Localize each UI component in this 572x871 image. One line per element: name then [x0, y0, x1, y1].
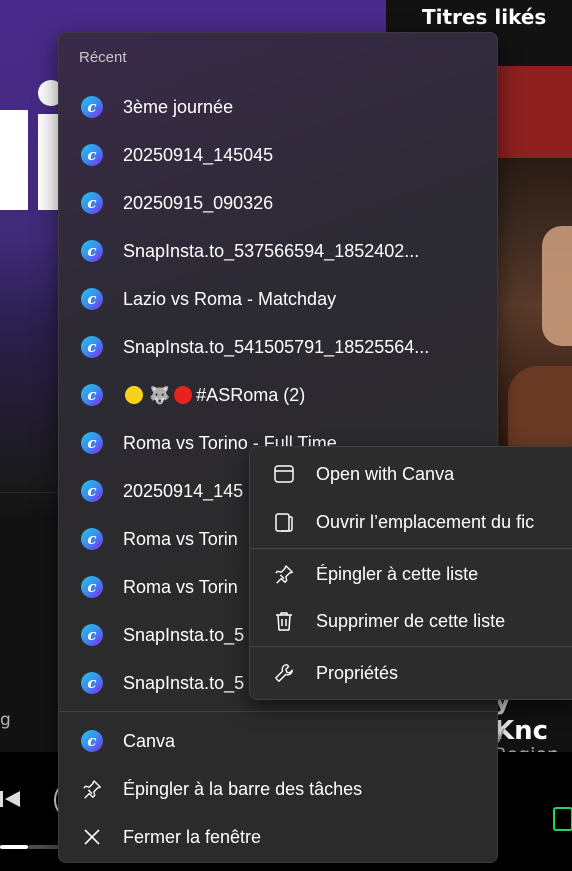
canva-file-icon: c	[81, 192, 103, 214]
pin-icon	[272, 562, 296, 586]
pin-to-taskbar-item[interactable]: Épingler à la barre des tâches	[59, 765, 497, 813]
wrench-icon	[272, 661, 296, 685]
canva-file-icon: c	[81, 384, 103, 406]
canva-file-icon: c	[81, 672, 103, 694]
menu-divider	[250, 646, 572, 647]
context-menu: Open with Canva Ouvrir l’emplacement du …	[249, 446, 572, 700]
canva-file-icon: c	[81, 144, 103, 166]
divider	[59, 711, 497, 712]
open-canva-item[interactable]: c Canva	[59, 717, 497, 765]
canva-file-icon: c	[81, 336, 103, 358]
pin-to-list-menu-item[interactable]: Épingler à cette liste	[250, 551, 572, 597]
open-with-canva-menu-item[interactable]: Open with Canva	[250, 451, 572, 497]
pin-icon	[81, 778, 103, 800]
previous-track-icon[interactable]	[0, 788, 22, 810]
menu-divider	[250, 548, 572, 549]
window-icon	[272, 462, 296, 486]
canva-file-icon: c	[81, 432, 103, 454]
canva-app-icon: c	[81, 730, 103, 752]
canva-file-icon: c	[81, 288, 103, 310]
wolf-icon: 🐺	[149, 385, 171, 405]
list-item-label: #ASRoma (2)	[196, 384, 306, 405]
close-window-item[interactable]: Fermer la fenêtre	[59, 813, 497, 861]
canva-file-icon: c	[81, 576, 103, 598]
list-item[interactable]: c 🐺 #ASRoma (2)	[59, 371, 497, 419]
canva-file-icon: c	[81, 96, 103, 118]
canva-file-icon: c	[81, 624, 103, 646]
canva-file-icon: c	[81, 480, 103, 502]
properties-menu-item[interactable]: Propriétés	[250, 650, 572, 696]
progress-bar-fill[interactable]	[0, 845, 28, 849]
open-file-location-menu-item[interactable]: Ouvrir l’emplacement du fic	[250, 499, 572, 545]
list-item[interactable]: c 20250915_090326	[59, 179, 497, 227]
list-item[interactable]: c 3ème journée	[59, 83, 497, 131]
remove-from-list-menu-item[interactable]: Supprimer de cette liste	[250, 598, 572, 644]
canva-file-icon: c	[81, 528, 103, 550]
list-item[interactable]: c SnapInsta.to_537566594_1852402...	[59, 227, 497, 275]
list-item[interactable]: c Lazio vs Roma - Matchday	[59, 275, 497, 323]
now-playing-device-icon[interactable]	[553, 807, 572, 831]
canva-file-icon: c	[81, 240, 103, 262]
list-item[interactable]: c 20250914_145045	[59, 131, 497, 179]
close-icon	[81, 826, 103, 848]
recent-section-header: Récent	[79, 49, 127, 66]
trash-icon	[272, 609, 296, 633]
folder-icon	[272, 510, 296, 534]
list-item[interactable]: c SnapInsta.to_541505791_18525564...	[59, 323, 497, 371]
background-text: g	[0, 710, 11, 730]
red-circle-icon	[174, 385, 193, 404]
yellow-circle-icon	[125, 385, 143, 404]
liked-songs-title: Titres likés	[422, 5, 547, 29]
